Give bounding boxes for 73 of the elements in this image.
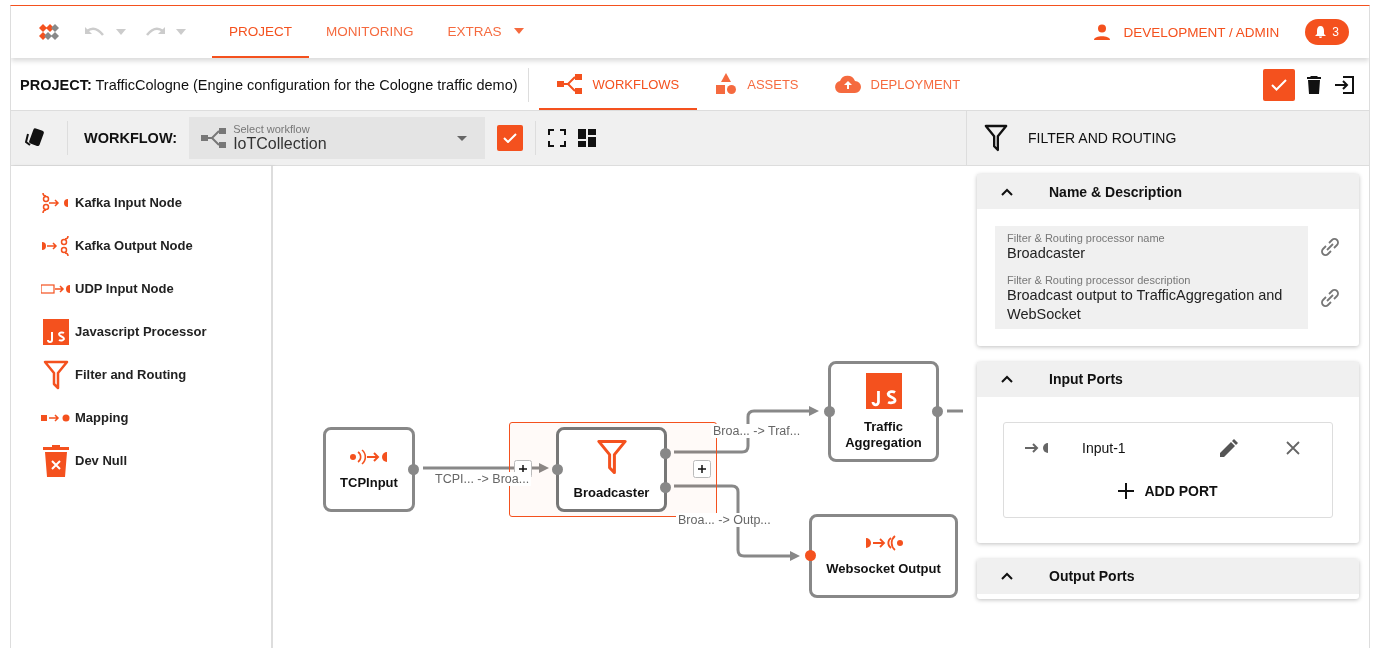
port-dot[interactable] bbox=[660, 448, 671, 459]
port-dot[interactable] bbox=[660, 482, 671, 493]
kafka-output-icon bbox=[41, 233, 71, 258]
user-menu[interactable]: DEVELOPMENT / ADMIN bbox=[1093, 24, 1280, 40]
palette-item[interactable]: Filter and Routing bbox=[11, 358, 271, 391]
workflow-select[interactable]: Select workflow IoTCollection bbox=[189, 117, 486, 159]
input-port-icon bbox=[1024, 440, 1050, 455]
port-dot[interactable] bbox=[552, 463, 563, 475]
exit-icon[interactable] bbox=[1335, 76, 1355, 94]
chevron-up-icon bbox=[1001, 187, 1013, 196]
connector-line[interactable] bbox=[947, 409, 963, 413]
shapes-icon bbox=[715, 73, 738, 95]
udp-input-icon bbox=[41, 281, 71, 296]
dashboard-icon[interactable] bbox=[578, 129, 597, 147]
add-icon[interactable] bbox=[693, 460, 711, 478]
connector-arrow[interactable] bbox=[674, 484, 800, 561]
chevron-up-icon bbox=[1001, 375, 1013, 384]
kafka-input-icon bbox=[41, 190, 71, 215]
plus-icon bbox=[1118, 482, 1135, 499]
port-dot[interactable] bbox=[408, 463, 419, 475]
trash-icon bbox=[41, 444, 71, 477]
palette-item[interactable]: Kafka Output Node bbox=[11, 229, 271, 262]
add-port-button[interactable]: ADD PORT bbox=[1112, 478, 1224, 503]
confirm-button[interactable] bbox=[497, 125, 524, 151]
signal-input-icon bbox=[350, 448, 388, 465]
port-name: Input-1 bbox=[1082, 439, 1127, 456]
filter-icon bbox=[984, 124, 1008, 152]
logo-icon[interactable] bbox=[38, 21, 60, 43]
project-title: PROJECT: TrafficCologne (Engine configuration for the Cologne traffic demo) bbox=[20, 68, 529, 102]
workflow-label: WORKFLOW: bbox=[67, 121, 178, 155]
palette-item[interactable]: UDP Input Node bbox=[11, 272, 271, 305]
close-icon[interactable] bbox=[1286, 440, 1300, 455]
port-dot[interactable] bbox=[824, 405, 835, 417]
connector-arrow[interactable] bbox=[423, 463, 549, 473]
javascript-icon bbox=[41, 318, 71, 345]
link-icon[interactable] bbox=[1320, 288, 1340, 309]
section-header[interactable]: Input Ports bbox=[977, 361, 1359, 397]
connector-arrow[interactable] bbox=[674, 406, 819, 454]
palette-item[interactable]: Kafka Input Node bbox=[11, 186, 271, 219]
panel-title: FILTER AND ROUTING bbox=[1028, 130, 1177, 146]
connector-label: Broa... -> Traf... bbox=[711, 424, 803, 438]
confirm-button[interactable] bbox=[1263, 69, 1295, 101]
text-field[interactable]: Filter & Routing processor description Broadcast output to TrafficAggregation and WebSocket bbox=[995, 267, 1308, 329]
delete-icon[interactable] bbox=[1307, 76, 1321, 94]
workflow-icon bbox=[201, 128, 228, 148]
check-icon bbox=[503, 133, 518, 143]
port-dot[interactable] bbox=[805, 550, 816, 561]
person-icon bbox=[1093, 24, 1110, 40]
mapping-icon bbox=[41, 412, 71, 423]
link-icon[interactable] bbox=[1320, 236, 1340, 257]
javascript-icon bbox=[865, 372, 902, 409]
section-header[interactable]: Name & Description bbox=[977, 174, 1359, 209]
edit-icon[interactable] bbox=[1220, 438, 1238, 457]
filter-icon bbox=[595, 438, 628, 475]
palette-item[interactable]: Mapping bbox=[11, 401, 271, 434]
cards-icon[interactable] bbox=[25, 128, 47, 148]
filter-icon bbox=[41, 359, 71, 390]
caret-icon bbox=[457, 135, 468, 141]
connector-label: TCPI... -> Broa... bbox=[433, 472, 532, 486]
text-field[interactable]: Filter & Routing processor name Broadcaster bbox=[995, 226, 1308, 268]
check-icon bbox=[1271, 79, 1287, 91]
port-dot[interactable] bbox=[932, 405, 943, 417]
chevron-up-icon bbox=[1001, 572, 1013, 581]
fullscreen-icon[interactable] bbox=[548, 129, 567, 147]
bell-icon bbox=[1315, 26, 1327, 38]
connector-label: Broa... -> Outp... bbox=[676, 513, 773, 527]
section-header[interactable]: Output Ports bbox=[977, 558, 1359, 594]
cloud-upload-icon bbox=[834, 75, 861, 93]
nav-tab[interactable]: PROJECT bbox=[212, 6, 309, 58]
palette-item[interactable]: Javascript Processor bbox=[11, 315, 271, 348]
palette-item[interactable]: Dev Null bbox=[11, 444, 271, 477]
workflow-icon bbox=[556, 74, 583, 94]
signal-output-icon bbox=[864, 535, 903, 552]
